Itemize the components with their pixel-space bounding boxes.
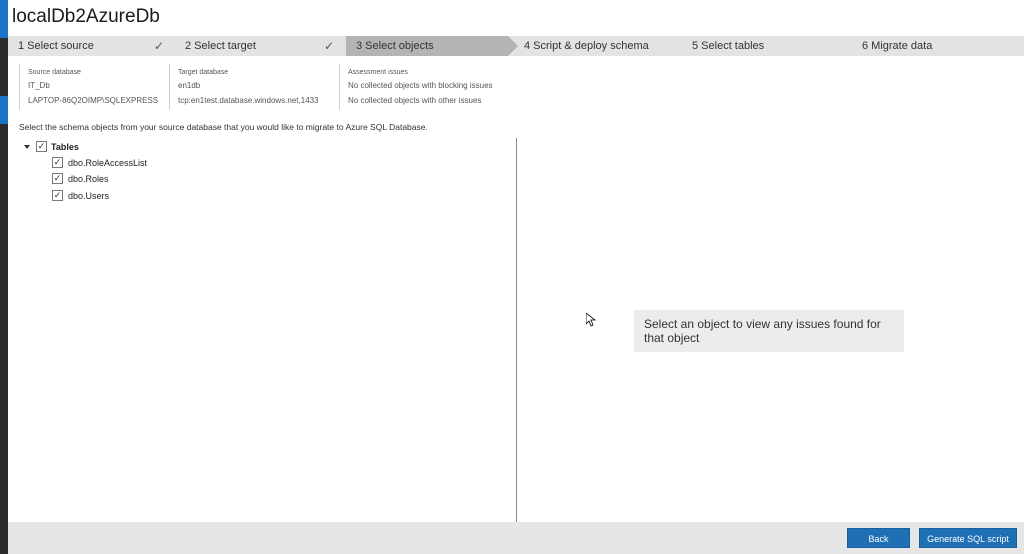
issues-empty-message: Select an object to view any issues foun… [634,310,904,352]
source-database-info: Source database IT_Db LAPTOP-86Q2OIMP\SQ… [19,64,169,110]
tree-node-label[interactable]: dbo.Users [68,189,109,203]
checkbox-table[interactable]: ✓ [52,157,63,168]
nav-accent-selected [0,96,8,124]
step-select-tables[interactable]: 5 Select tables [686,36,854,56]
source-database-label: Source database [28,69,81,76]
tree-node-table: ✓ dbo.Users [38,189,238,203]
mouse-cursor-icon [586,313,596,327]
page-title: localDb2AzureDb [12,6,160,27]
assessment-other-issues: No collected objects with other issues [348,96,482,105]
schema-object-tree: ✓ Tables ✓ dbo.RoleAccessList ✓ dbo.Role… [8,138,516,522]
app-window: localDb2AzureDb 1 Select source ✓ 2 Sele… [0,0,1024,554]
source-database-name: IT_Db [28,81,50,90]
checkbox-table[interactable]: ✓ [52,190,63,201]
step-label: 4 Script & deploy schema [524,40,649,52]
back-button[interactable]: Back [847,528,910,548]
tree-node-label[interactable]: dbo.Roles [68,172,109,186]
migration-page: localDb2AzureDb 1 Select source ✓ 2 Sele… [8,0,1024,554]
assessment-issues-info: Assessment issues No collected objects w… [339,64,519,110]
step-label: 6 Migrate data [862,40,933,52]
source-database-server: LAPTOP-86Q2OIMP\SQLEXPRESS [28,96,159,105]
target-database-server: tcp:en1test.database.windows.net,1433 [178,96,319,105]
step-complete-check-icon: ✓ [324,39,335,53]
left-nav-strip [0,0,8,554]
checkbox-table[interactable]: ✓ [52,173,63,184]
assessment-issues-label: Assessment issues [348,69,408,76]
tree-node-table: ✓ dbo.RoleAccessList [38,156,238,170]
step-label: 3 Select objects [356,40,434,52]
step-select-target[interactable]: 2 Select target ✓ [178,36,346,56]
pane-splitter[interactable] [516,138,517,522]
target-database-info: Target database en1db tcp:en1test.databa… [169,64,339,110]
wizard-steps: 1 Select source ✓ 2 Select target ✓ 3 Se… [8,36,1024,56]
step-label: 2 Select target [185,40,256,52]
tree-node-label[interactable]: Tables [51,140,79,154]
generate-sql-script-button[interactable]: Generate SQL script [919,528,1017,548]
target-database-label: Target database [178,69,229,76]
expand-collapse-icon[interactable] [24,145,30,149]
checkbox-tables[interactable]: ✓ [36,141,47,152]
step-complete-check-icon: ✓ [154,39,165,53]
active-step-arrow [508,36,518,56]
step-select-source[interactable]: 1 Select source ✓ [8,36,178,56]
assessment-blocking-issues: No collected objects with blocking issue… [348,81,493,90]
nav-accent-top [0,0,8,38]
tree-node-label[interactable]: dbo.RoleAccessList [68,156,147,170]
step-label: 5 Select tables [692,40,765,52]
step-select-objects[interactable]: 3 Select objects [346,36,508,56]
tree-node-table: ✓ dbo.Roles [38,172,238,186]
instructions-text: Select the schema objects from your sour… [19,122,428,132]
step-label: 1 Select source [18,40,94,52]
target-database-name: en1db [178,81,201,90]
step-script-deploy-schema[interactable]: 4 Script & deploy schema [518,36,686,56]
footer-bar: Back Generate SQL script [8,522,1024,554]
tree-node-tables: ✓ Tables [22,140,222,154]
step-migrate-data[interactable]: 6 Migrate data [854,36,1024,56]
